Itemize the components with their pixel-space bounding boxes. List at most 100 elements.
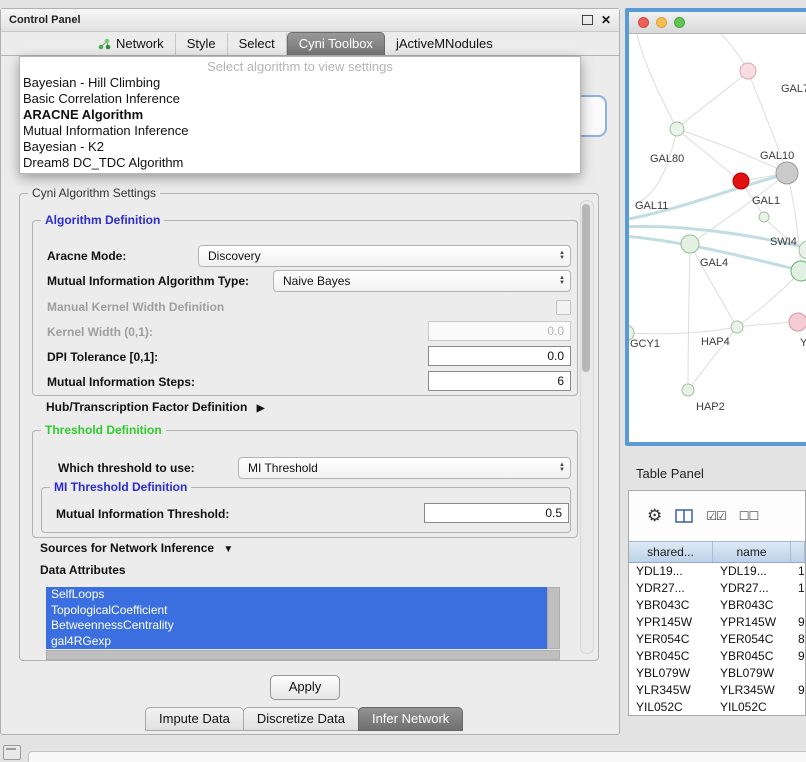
cell: YLR345W [629,682,713,699]
table-body: YDL19... YDL19... 13 YDR27... YDR27... 1… [629,563,805,716]
tab-network[interactable]: Network [87,33,176,55]
settings-scrollbar[interactable] [580,200,594,654]
tab-infer-network[interactable]: Infer Network [358,707,463,731]
close-icon[interactable]: ✕ [601,14,611,26]
mi-threshold-field[interactable]: 0.5 [424,503,569,523]
float-window-icon[interactable] [582,15,593,25]
list-horizontal-scrollbar[interactable] [46,650,560,660]
dpi-tolerance-field[interactable]: 0.0 [428,346,571,366]
columns-icon[interactable] [675,509,693,523]
tab-label: Cyni Toolbox [299,36,373,51]
table-row[interactable]: YLR345W YLR345W 9. [629,682,805,699]
table-row[interactable]: YPR145W YPR145W 9. [629,614,805,631]
network-node[interactable] [789,313,806,331]
table-row[interactable]: YBL079W YBL079W [629,665,805,682]
table-row[interactable]: YBR045C YBR045C 9. [629,648,805,665]
tab-cyni-toolbox[interactable]: Cyni Toolbox [287,32,385,55]
dropdown-item[interactable]: Mutual Information Inference [20,123,580,139]
network-node[interactable] [733,173,749,189]
cell [791,665,805,682]
mi-type-select[interactable]: Naive Bayes ▲▼ [273,270,571,292]
chevron-right-icon: ▶ [257,403,265,414]
restore-panel-icon[interactable] [3,745,21,760]
table-row[interactable]: YDL19... YDL19... 13 [629,563,805,580]
dropdown-item[interactable]: Bayesian - K2 [20,139,580,155]
network-node[interactable] [681,235,699,253]
cell: 9. [791,648,805,665]
tab-impute-data[interactable]: Impute Data [145,707,244,731]
network-node-label: GAL1 [752,195,780,207]
selected-value: MI Threshold [239,461,554,475]
table-row[interactable]: YBR043C YBR043C [629,597,805,614]
dropdown-placeholder: Select algorithm to view settings [20,59,580,75]
tab-select[interactable]: Select [228,33,287,55]
column-header[interactable] [791,542,805,562]
tab-label: Network [116,36,164,51]
cell: YBR045C [629,648,713,665]
control-panel-title: Control Panel [9,14,81,26]
which-threshold-select[interactable]: MI Threshold ▲▼ [238,457,571,479]
table-row[interactable]: YDR27... YDR27... 12 [629,580,805,597]
dpi-tolerance-label: DPI Tolerance [0,1]: [47,350,158,364]
column-header[interactable]: shared... [629,542,713,562]
unchecked-rows-icon[interactable]: ☐☐ [739,509,759,523]
combo-stepper-icon: ▲▼ [554,276,570,286]
network-node[interactable] [731,321,743,333]
kernel-width-label: Kernel Width (0,1): [47,325,153,339]
network-node-label: GAL80 [650,153,684,165]
list-vertical-scrollbar[interactable] [547,587,560,649]
combo-stepper-icon: ▲▼ [554,251,570,261]
kernel-width-field[interactable]: 0.0 [428,321,571,341]
network-canvas[interactable]: GAL7 GAL80 GAL10 GAL11 GAL1 SWI4 GAL4 GC… [629,34,806,443]
network-icon [98,38,111,50]
dropdown-item[interactable]: Dream8 DC_TDC Algorithm [20,155,580,171]
cell: YER054C [713,631,791,648]
tab-discretize-data[interactable]: Discretize Data [243,707,359,731]
tab-jactivemodules[interactable]: jActiveMNodules [385,33,504,55]
network-node[interactable] [740,63,756,79]
attribute-item[interactable]: BetweennessCentrality [46,618,547,634]
cell: YBR043C [629,597,713,614]
hub-section-toggle[interactable]: Hub/Transcription Factor Definition ▶ [46,400,264,414]
data-attributes-label: Data Attributes [40,563,126,577]
table-row[interactable]: YIL052C YIL052C [629,699,805,716]
network-node-label: HAP4 [701,336,730,348]
group-title: Algorithm Definition [41,213,164,227]
column-header[interactable]: name [713,542,791,562]
tab-style[interactable]: Style [176,33,228,55]
network-node[interactable] [759,212,769,222]
hub-section-label: Hub/Transcription Factor Definition [46,400,247,414]
tab-label: Select [239,36,275,51]
scrollbar-thumb[interactable] [582,204,590,372]
dropdown-item-selected[interactable]: ARACNE Algorithm [20,107,580,123]
zoom-traffic-icon[interactable] [674,17,685,28]
mi-steps-field[interactable]: 6 [428,371,571,391]
table-panel-window: ⚙ ☑☑ ☐☐ shared... name YDL19... YDL19...… [628,490,806,716]
attribute-item[interactable]: TopologicalCoefficient [46,603,547,619]
close-traffic-icon[interactable] [638,17,649,28]
attribute-item[interactable]: gal4RGexp [46,634,547,650]
network-edges-highlighted[interactable] [629,175,806,270]
checked-rows-icon[interactable]: ☑☑ [706,509,726,523]
bottom-window-edge [28,751,806,762]
attribute-item[interactable]: SelfLoops [46,587,547,603]
dropdown-item[interactable]: Basic Correlation Inference [20,91,580,107]
cell: YPR145W [713,614,791,631]
cell: YDR27... [629,580,713,597]
gear-icon[interactable]: ⚙ [647,506,662,526]
minimize-traffic-icon[interactable] [656,17,667,28]
network-node[interactable] [776,162,798,184]
network-node[interactable] [670,122,684,136]
network-node[interactable] [682,384,694,396]
dropdown-item[interactable]: Bayesian - Hill Climbing [20,75,580,91]
table-row[interactable]: YER054C YER054C 8. [629,631,805,648]
aracne-mode-select[interactable]: Discovery ▲▼ [198,245,571,267]
cell: YBR043C [713,597,791,614]
manual-kernel-checkbox[interactable] [556,300,571,315]
network-node[interactable] [791,261,806,281]
cell: YPR145W [629,614,713,631]
network-view-window: GAL7 GAL80 GAL10 GAL11 GAL1 SWI4 GAL4 GC… [625,8,806,446]
sources-section-toggle[interactable]: Sources for Network Inference ▼ [40,541,233,555]
apply-button[interactable]: Apply [270,675,340,700]
combo-stepper-icon: ▲▼ [554,463,570,473]
